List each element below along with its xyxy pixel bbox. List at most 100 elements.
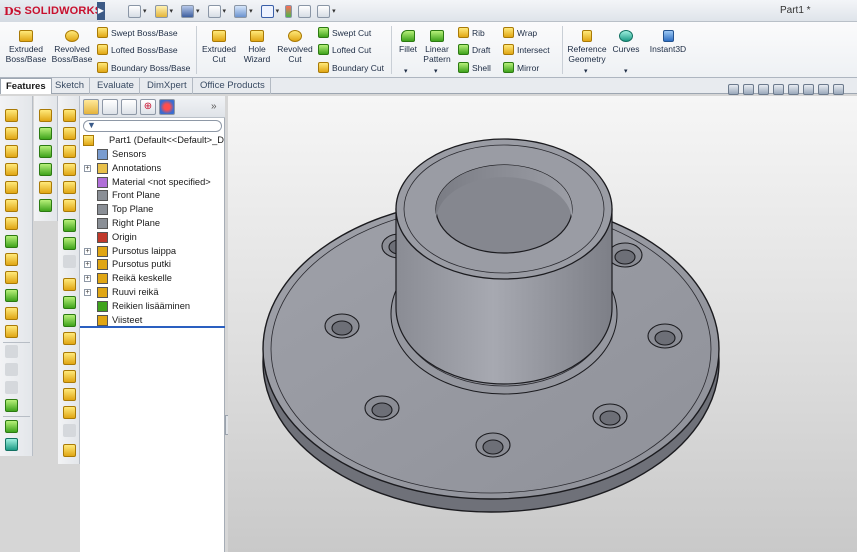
new-document-icon[interactable] <box>128 4 141 18</box>
boundary-cut-button[interactable]: Boundary Cut <box>318 62 384 73</box>
expand-node-icon[interactable]: + <box>84 275 91 283</box>
curve-tool-icon[interactable] <box>5 438 18 451</box>
lofted-cut-button[interactable]: Lofted Cut <box>318 44 371 55</box>
surface-thicken-icon[interactable] <box>63 314 76 327</box>
menu-expand-arrow[interactable]: ▶ <box>97 2 105 20</box>
curves-button[interactable]: Curves <box>610 26 642 54</box>
reference-plane-tool-icon[interactable] <box>5 420 18 433</box>
expand-node-icon[interactable]: + <box>84 289 91 296</box>
tree-item-annotations[interactable]: + Annotations <box>80 162 225 176</box>
open-folder-icon[interactable] <box>154 4 168 18</box>
save-icon[interactable] <box>181 4 195 18</box>
extruded-boss-button[interactable]: Extruded Boss/Base <box>5 26 47 64</box>
boundary-boss-button[interactable]: Boundary Boss/Base <box>97 62 190 73</box>
sweep-tool-icon[interactable] <box>5 145 18 158</box>
view-orientation-icon[interactable] <box>788 84 799 95</box>
rebuild-icon[interactable] <box>285 4 293 18</box>
shell-button[interactable]: Shell <box>458 62 491 73</box>
mirror-button[interactable]: Mirror <box>503 62 539 73</box>
3d-sketch-tool-icon[interactable] <box>39 127 52 140</box>
surface-ruled-icon[interactable] <box>63 332 76 345</box>
intersect-button[interactable]: Intersect <box>503 44 550 55</box>
fillet-tool-icon[interactable] <box>5 235 18 248</box>
tree-filter-field[interactable]: ▼ <box>83 120 222 132</box>
spline-tool-icon[interactable] <box>39 145 52 158</box>
select-dropdown-icon[interactable]: ▾ <box>276 7 280 15</box>
print-icon[interactable] <box>207 4 221 18</box>
open-dropdown-icon[interactable]: ▾ <box>170 7 174 15</box>
tree-item-pursotus-putki[interactable]: + Pursotus putki <box>80 258 225 272</box>
graphics-viewport[interactable] <box>228 96 857 552</box>
zoom-to-fit-icon[interactable] <box>728 84 739 95</box>
sketch-tool-icon[interactable] <box>39 109 52 122</box>
surface-extend-icon[interactable] <box>63 237 76 250</box>
surface-cut-icon[interactable] <box>63 444 76 457</box>
revolved-cut-button[interactable]: Revolved Cut <box>276 26 314 64</box>
print-dropdown-icon[interactable]: ▾ <box>223 7 227 15</box>
chamfer-tool-icon[interactable] <box>5 253 18 266</box>
tree-item-origin[interactable]: Origin <box>80 231 225 245</box>
loft-tool-icon[interactable] <box>5 163 18 176</box>
tree-item-ruuvi-reika[interactable]: + Ruuvi reikä <box>80 286 225 300</box>
display-manager-tab-icon[interactable] <box>159 99 175 115</box>
swept-cut-button[interactable]: Swept Cut <box>318 27 371 38</box>
draft-button[interactable]: Draft <box>458 44 490 55</box>
tree-item-pursotus-laippa[interactable]: + Pursotus laippa <box>80 245 225 259</box>
tree-item-reika-keskelle[interactable]: + Reikä keskelle <box>80 272 225 286</box>
reference-dropdown-icon[interactable]: ▾ <box>584 67 588 75</box>
rollback-bar[interactable] <box>80 326 225 328</box>
expand-panel-icon[interactable]: » <box>211 101 217 112</box>
revolved-boss-button[interactable]: Revolved Boss/Base <box>50 26 94 64</box>
expand-node-icon[interactable]: + <box>84 247 91 255</box>
instant3d-button[interactable]: Instant3D <box>647 26 689 54</box>
draft-tool-icon[interactable] <box>5 307 18 320</box>
feature-tree-tab-icon[interactable] <box>83 99 99 115</box>
fillet-dropdown-icon[interactable]: ▾ <box>404 67 408 75</box>
surface-fill-icon[interactable] <box>63 278 76 291</box>
surface-radiate-icon[interactable] <box>63 352 76 365</box>
extruded-cut-button[interactable]: Extruded Cut <box>200 26 238 64</box>
surface-extrude-icon[interactable] <box>63 109 76 122</box>
options-dropdown-icon[interactable]: ▾ <box>332 7 336 15</box>
rib-button[interactable]: Rib <box>458 27 485 38</box>
linear-pattern-button[interactable]: Linear Pattern <box>421 26 453 64</box>
tree-item-right-plane[interactable]: Right Plane <box>80 217 225 231</box>
tree-item-top-plane[interactable]: Top Plane <box>80 203 225 217</box>
surface-delete-icon[interactable] <box>63 406 76 419</box>
wrap-button[interactable]: Wrap <box>503 27 537 38</box>
shell-tool-icon[interactable] <box>5 289 18 302</box>
boundary-tool-icon[interactable] <box>5 181 18 194</box>
tree-item-sensors[interactable]: Sensors <box>80 148 225 162</box>
tab-evaluate[interactable]: Evaluate <box>92 78 140 94</box>
select-cursor-icon[interactable] <box>260 4 274 18</box>
zoom-to-area-icon[interactable] <box>743 84 754 95</box>
fillet-button[interactable]: Fillet <box>395 26 421 54</box>
pattern-dropdown-icon[interactable]: ▾ <box>434 67 438 75</box>
new-dropdown-icon[interactable]: ▾ <box>143 7 147 15</box>
split-line-tool-icon[interactable] <box>39 181 52 194</box>
tab-sketch[interactable]: Sketch <box>50 78 91 94</box>
wrap-tool-icon[interactable] <box>5 381 18 394</box>
revolve-tool-icon[interactable] <box>5 127 18 140</box>
surface-knit-icon[interactable] <box>63 255 76 268</box>
hole-tool-icon[interactable] <box>5 217 18 230</box>
tree-root-part[interactable]: Part1 (Default<<Default>_D <box>80 134 225 148</box>
reference-geometry-button[interactable]: Reference Geometry <box>565 26 609 64</box>
save-dropdown-icon[interactable]: ▾ <box>196 7 200 15</box>
surface-revolve-icon[interactable] <box>63 127 76 140</box>
surface-boundary-icon[interactable] <box>63 181 76 194</box>
surface-replace-icon[interactable] <box>63 388 76 401</box>
surface-planar-icon[interactable] <box>63 296 76 309</box>
part-model-render[interactable] <box>228 96 857 552</box>
cut-tool-icon[interactable] <box>5 199 18 212</box>
tree-item-front-plane[interactable]: Front Plane <box>80 189 225 203</box>
surface-trim-icon[interactable] <box>63 219 76 232</box>
hole-wizard-button[interactable]: Hole Wizard <box>240 26 274 64</box>
options-icon[interactable] <box>317 4 331 18</box>
rib-tool-icon[interactable] <box>5 271 18 284</box>
hide-show-items-icon[interactable] <box>818 84 829 95</box>
undo-icon[interactable] <box>234 4 248 18</box>
tree-item-material[interactable]: Material <not specified> <box>80 176 225 190</box>
tab-features[interactable]: Features <box>0 78 52 94</box>
lofted-boss-button[interactable]: Lofted Boss/Base <box>97 44 178 55</box>
